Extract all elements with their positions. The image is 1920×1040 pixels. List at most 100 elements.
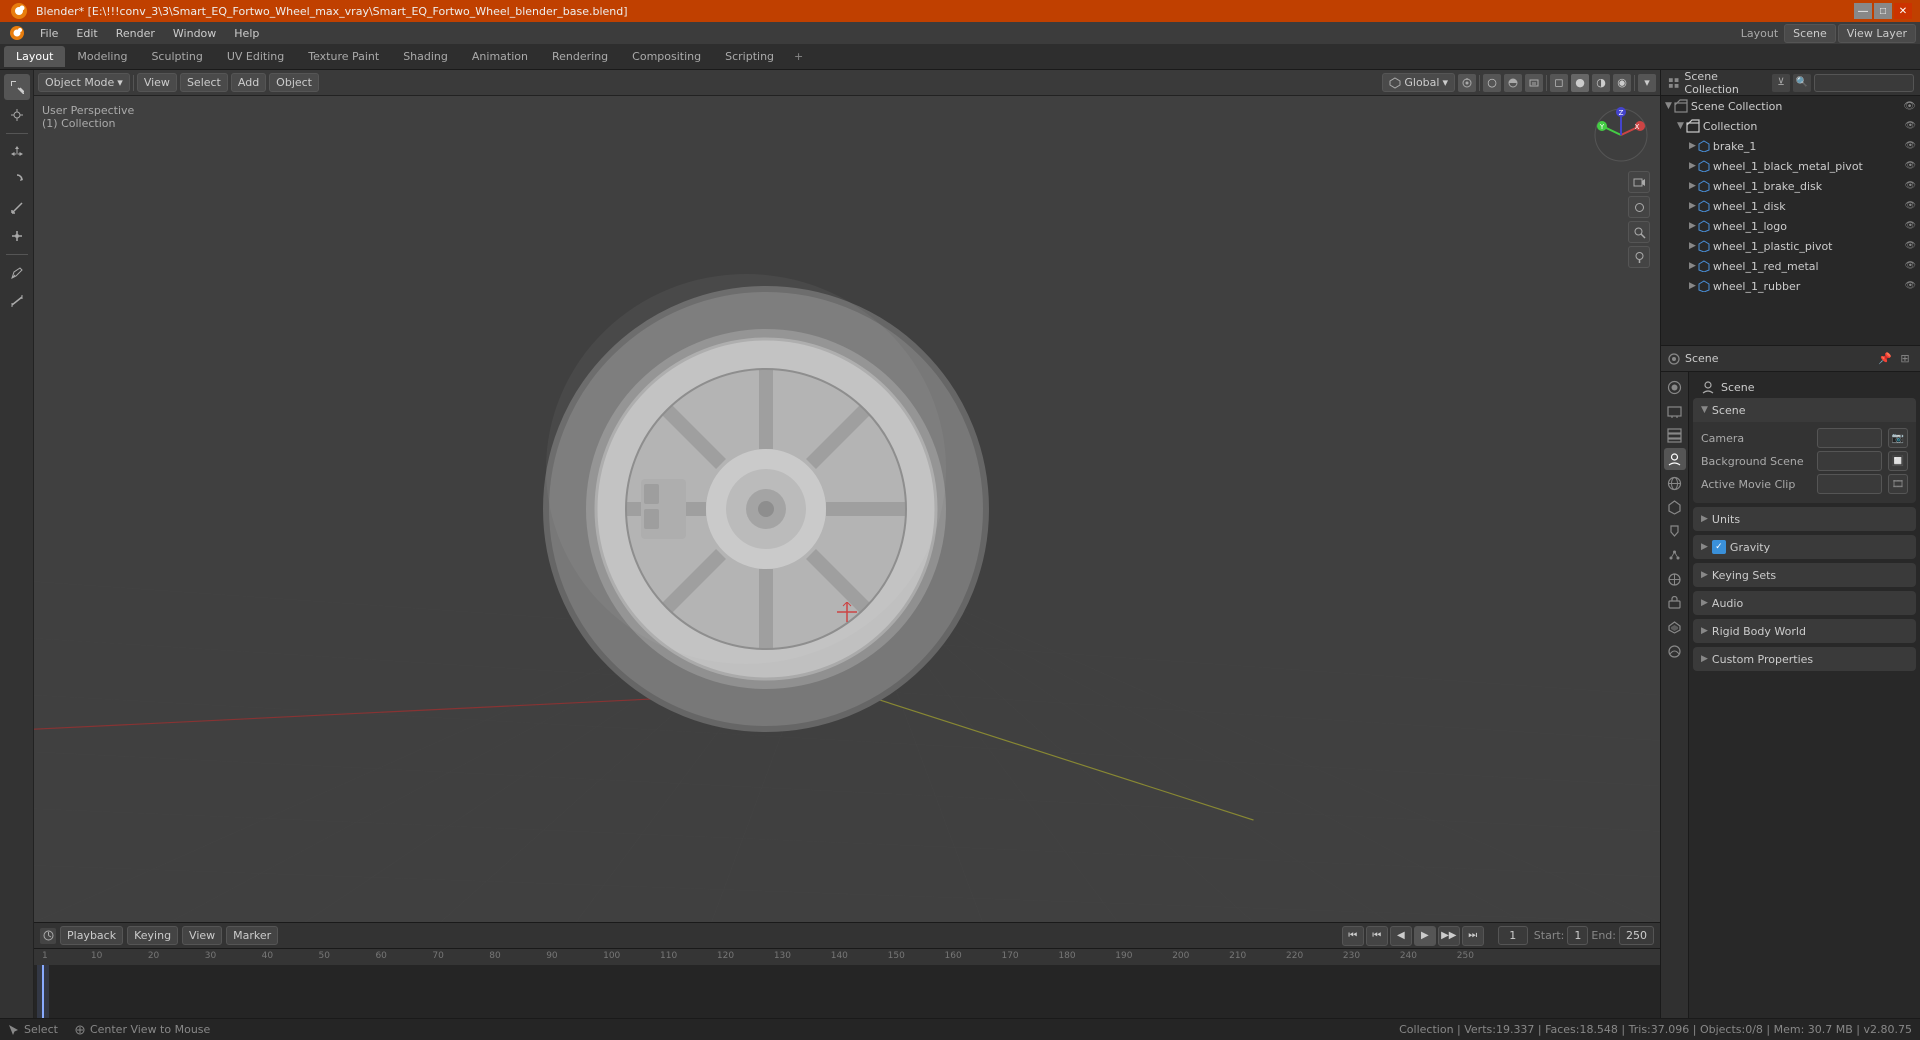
prop-section-custom-properties-header[interactable]: ▶ Custom Properties: [1693, 647, 1916, 671]
prop-icon-modifier[interactable]: [1664, 520, 1686, 542]
material-preview-button[interactable]: ◑: [1592, 74, 1610, 92]
eye-icon-scene[interactable]: 👁: [1903, 101, 1916, 112]
timeline-track[interactable]: [34, 965, 1660, 1019]
add-workspace-button[interactable]: +: [786, 46, 811, 67]
prop-section-rigid-body-header[interactable]: ▶ Rigid Body World: [1693, 619, 1916, 643]
wireframe-shading-button[interactable]: ◻: [1550, 74, 1568, 92]
tab-modeling[interactable]: Modeling: [65, 46, 139, 67]
menu-file[interactable]: File: [32, 25, 66, 42]
toggle-overlays-button[interactable]: [1504, 74, 1522, 92]
outliner-item-wheel_1_black_metal_pivot[interactable]: ▶ wheel_1_black_metal_pivot 👁: [1661, 156, 1920, 176]
outliner-item-collection[interactable]: ▼ Collection 👁: [1661, 116, 1920, 136]
current-frame-input[interactable]: 1: [1498, 926, 1528, 945]
outliner-item-wheel_1_logo[interactable]: ▶ wheel_1_logo 👁: [1661, 216, 1920, 236]
view-menu[interactable]: View: [137, 73, 177, 92]
prop-icon-data[interactable]: [1664, 616, 1686, 638]
tab-animation[interactable]: Animation: [460, 46, 540, 67]
jump-to-first-button[interactable]: ⏮: [1342, 926, 1364, 946]
outliner-item-wheel_1_disk[interactable]: ▶ wheel_1_disk 👁: [1661, 196, 1920, 216]
scale-tool[interactable]: [4, 195, 30, 221]
outliner-item-wheel_1_red_metal[interactable]: ▶ wheel_1_red_metal 👁: [1661, 256, 1920, 276]
zoom-question-button[interactable]: [1628, 246, 1650, 268]
object-mode-selector[interactable]: Object Mode ▾: [38, 73, 130, 92]
outliner-search-input[interactable]: [1814, 74, 1914, 92]
gravity-checkbox[interactable]: ✓: [1712, 540, 1726, 554]
properties-pin-button[interactable]: 📌: [1876, 350, 1894, 368]
background-scene-input[interactable]: [1817, 451, 1882, 471]
eye-icon-wheel_1_black_metal_pivot[interactable]: 👁: [1905, 161, 1916, 171]
prop-icon-particles[interactable]: [1664, 544, 1686, 566]
outliner-search-button[interactable]: 🔍: [1793, 74, 1811, 92]
outliner-item-wheel_1_brake_disk[interactable]: ▶ wheel_1_brake_disk 👁: [1661, 176, 1920, 196]
select-box-tool[interactable]: [4, 74, 30, 100]
cursor-tool[interactable]: [4, 102, 30, 128]
jump-to-last-button[interactable]: ⏭: [1462, 926, 1484, 946]
outliner-filter-button[interactable]: ⊻: [1772, 74, 1790, 92]
movie-clip-input[interactable]: [1817, 474, 1882, 494]
close-button[interactable]: ✕: [1894, 3, 1912, 19]
jump-to-prev-keyframe-button[interactable]: ⏮: [1366, 926, 1388, 946]
scene-selector[interactable]: Scene: [1784, 24, 1836, 43]
eye-icon-coll[interactable]: 👁: [1905, 121, 1916, 131]
prop-section-gravity-header[interactable]: ▶ ✓ Gravity: [1693, 535, 1916, 559]
tab-uv-editing[interactable]: UV Editing: [215, 46, 296, 67]
movie-clip-picker-icon[interactable]: 🎞: [1888, 474, 1908, 494]
prop-icon-object[interactable]: [1664, 496, 1686, 518]
eye-icon-wheel_1_brake_disk[interactable]: 👁: [1905, 181, 1916, 191]
measure-tool[interactable]: [4, 288, 30, 314]
properties-expand-button[interactable]: ⊞: [1896, 350, 1914, 368]
tab-rendering[interactable]: Rendering: [540, 46, 620, 67]
viewport-options-button[interactable]: ▾: [1638, 74, 1656, 92]
bg-scene-picker-icon[interactable]: 🔲: [1888, 451, 1908, 471]
eye-icon-wheel_1_rubber[interactable]: 👁: [1905, 281, 1916, 291]
camera-input[interactable]: [1817, 428, 1882, 448]
proportional-edit-button[interactable]: ○: [1483, 74, 1501, 92]
eye-icon-wheel_1_logo[interactable]: 👁: [1905, 221, 1916, 231]
magnify-view-button[interactable]: [1628, 221, 1650, 243]
tab-texture-paint[interactable]: Texture Paint: [296, 46, 391, 67]
menu-edit[interactable]: Edit: [68, 25, 105, 42]
prop-icon-world[interactable]: [1664, 472, 1686, 494]
eye-icon-wheel_1_plastic_pivot[interactable]: 👁: [1905, 241, 1916, 251]
tab-layout[interactable]: Layout: [4, 46, 65, 67]
object-menu[interactable]: Object: [269, 73, 319, 92]
prop-icon-render[interactable]: [1664, 376, 1686, 398]
toggle-xray-button[interactable]: [1525, 74, 1543, 92]
timeline-clock-icon[interactable]: [40, 928, 56, 944]
outliner-item-brake_1[interactable]: ▶ brake_1 👁: [1661, 136, 1920, 156]
select-menu[interactable]: Select: [180, 73, 228, 92]
tab-sculpting[interactable]: Sculpting: [139, 46, 214, 67]
eye-icon-wheel_1_disk[interactable]: 👁: [1905, 201, 1916, 211]
jump-to-next-keyframe-button[interactable]: ▶▶: [1438, 926, 1460, 946]
maximize-button[interactable]: □: [1874, 3, 1892, 19]
rotate-tool[interactable]: [4, 167, 30, 193]
outliner-item-wheel_1_rubber[interactable]: ▶ wheel_1_rubber 👁: [1661, 276, 1920, 296]
menu-window[interactable]: Window: [165, 25, 224, 42]
outliner-item-scene-collection[interactable]: ▼ Scene Collection 👁: [1661, 96, 1920, 116]
play-reverse-button[interactable]: ◀: [1390, 926, 1412, 946]
prop-section-audio-header[interactable]: ▶ Audio: [1693, 591, 1916, 615]
outliner-item-wheel_1_plastic_pivot[interactable]: ▶ wheel_1_plastic_pivot 👁: [1661, 236, 1920, 256]
end-frame-input[interactable]: 250: [1619, 926, 1654, 945]
camera-view-button[interactable]: [1628, 171, 1650, 193]
prop-section-keying-sets-header[interactable]: ▶ Keying Sets: [1693, 563, 1916, 587]
prop-icon-physics[interactable]: [1664, 568, 1686, 590]
camera-picker-icon[interactable]: 📷: [1888, 428, 1908, 448]
menu-render[interactable]: Render: [108, 25, 163, 42]
transform-tool[interactable]: [4, 223, 30, 249]
view-layer-selector[interactable]: View Layer: [1838, 24, 1916, 43]
eye-icon-brake_1[interactable]: 👁: [1905, 141, 1916, 151]
prop-section-scene-header[interactable]: ▼ Scene: [1693, 398, 1916, 422]
move-tool[interactable]: [4, 139, 30, 165]
snap-button[interactable]: [1458, 74, 1476, 92]
object-view-button[interactable]: [1628, 196, 1650, 218]
prop-icon-view-layer[interactable]: [1664, 424, 1686, 446]
prop-icon-output[interactable]: [1664, 400, 1686, 422]
minimize-button[interactable]: —: [1854, 3, 1872, 19]
menu-blender-icon[interactable]: [4, 22, 30, 44]
start-frame-input[interactable]: 1: [1567, 926, 1588, 945]
add-menu[interactable]: Add: [231, 73, 266, 92]
tab-compositing[interactable]: Compositing: [620, 46, 713, 67]
keying-menu[interactable]: Keying: [127, 926, 178, 945]
timeline-track-area[interactable]: 1 10 20 30 40 50 60 70 80 90 100 110 120…: [34, 949, 1660, 1019]
